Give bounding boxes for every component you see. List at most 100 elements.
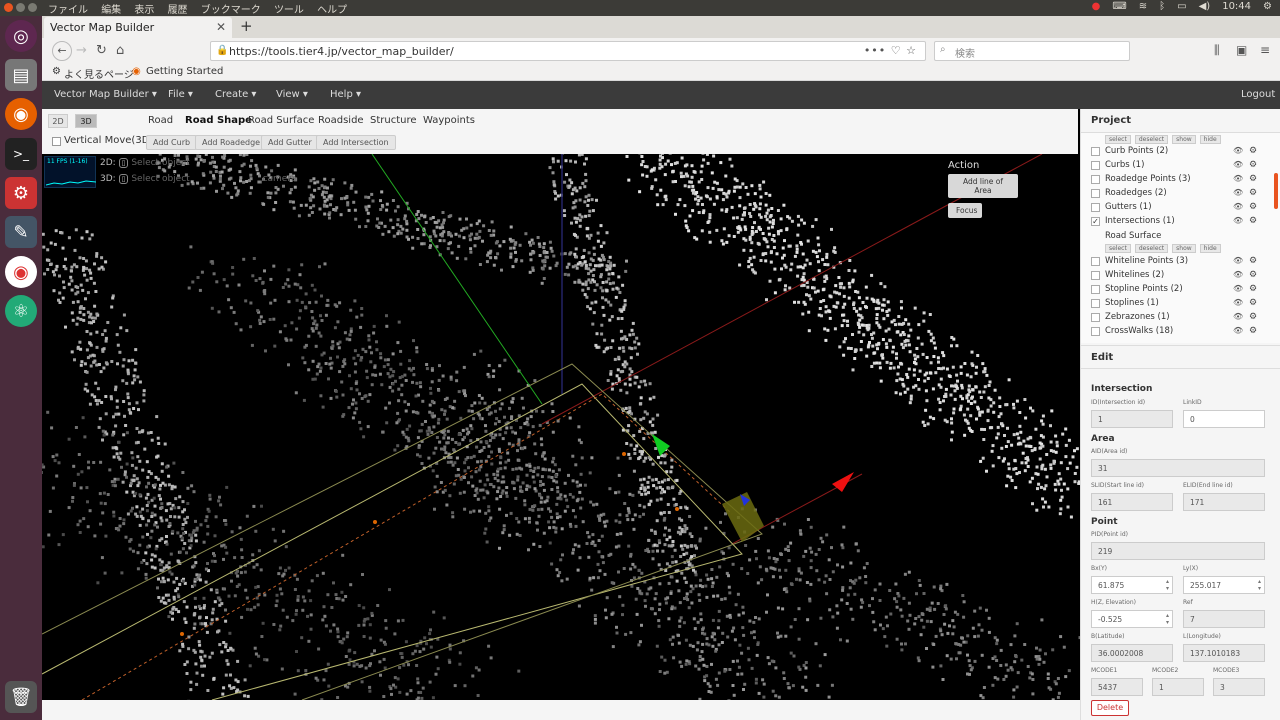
project-item[interactable]: Roadedges (2) 👁 ⚙ — [1091, 188, 1275, 202]
focus-button[interactable]: Focus — [948, 203, 982, 218]
spinner-icon[interactable]: ▴ ▾ — [1166, 578, 1169, 592]
nav-view[interactable]: View ▾ — [276, 89, 308, 100]
menu-view[interactable]: 表示 — [134, 5, 154, 16]
menu-help[interactable]: ヘルプ — [317, 5, 347, 16]
add-roadedge-button[interactable]: Add Roadedge — [195, 135, 268, 150]
latitude-field[interactable]: 36.0002008 — [1091, 644, 1173, 662]
green-handle[interactable] — [652, 434, 670, 456]
project-item[interactable]: Gutters (1) 👁 ⚙ — [1091, 202, 1275, 216]
item-settings-gear-icon[interactable]: ⚙ — [1249, 160, 1257, 170]
logout-link[interactable]: Logout — [1241, 89, 1275, 100]
pid-field[interactable]: 219 — [1091, 542, 1265, 560]
item-settings-gear-icon[interactable]: ⚙ — [1249, 284, 1257, 294]
project-item[interactable]: Roadedge Points (3) 👁 ⚙ — [1091, 174, 1275, 188]
url-bar[interactable]: 🔒 https://tools.tier4.jp/vector_map_buil… — [210, 41, 926, 61]
item-checkbox[interactable] — [1091, 313, 1100, 322]
point-cloud-canvas[interactable] — [42, 154, 1080, 700]
tab-road-shape[interactable]: Road Shape — [185, 115, 252, 126]
mcode2-field[interactable]: 1 — [1152, 678, 1204, 696]
delete-button[interactable]: Delete — [1091, 700, 1129, 716]
item-checkbox[interactable] — [1091, 271, 1100, 280]
item-checkbox[interactable] — [1091, 175, 1100, 184]
spinner-icon[interactable]: ▴ ▾ — [1166, 612, 1169, 626]
item-settings-gear-icon[interactable]: ⚙ — [1249, 216, 1257, 226]
item-checkbox[interactable] — [1091, 257, 1100, 266]
bookmark-most-visited[interactable]: よく見るページ — [64, 66, 134, 81]
volume-icon[interactable]: ◀) — [1199, 1, 1211, 12]
project-item[interactable]: Zebrazones (1) 👁 ⚙ — [1091, 312, 1275, 326]
deselect-all-button[interactable]: deselect — [1134, 135, 1169, 144]
longitude-field[interactable]: 137.1010183 — [1183, 644, 1265, 662]
project-item[interactable]: Whitelines (2) 👁 ⚙ — [1091, 270, 1275, 284]
reload-icon[interactable]: ↻ — [96, 43, 107, 58]
spinner-icon[interactable]: ▴ ▾ — [1258, 578, 1261, 592]
back-icon[interactable]: ← — [52, 41, 72, 61]
visibility-eye-icon[interactable]: 👁 — [1233, 284, 1243, 293]
bookmark-getting-started[interactable]: Getting Started — [146, 66, 223, 77]
record-icon[interactable]: ● — [1092, 1, 1101, 12]
maximize-window-button[interactable] — [28, 3, 37, 12]
elid-field[interactable]: 171 — [1183, 493, 1265, 511]
menu-history[interactable]: 履歴 — [168, 5, 188, 16]
library-icon[interactable]: ⫼ — [1214, 43, 1220, 58]
deselect-all-button[interactable]: deselect — [1134, 244, 1169, 253]
red-handle[interactable] — [832, 472, 854, 492]
add-line-of-area-button[interactable]: Add line of Area — [948, 174, 1018, 198]
menu-bookmarks[interactable]: ブックマーク — [201, 5, 261, 16]
tab-structure[interactable]: Structure — [370, 115, 417, 126]
project-item[interactable]: Stoplines (1) 👁 ⚙ — [1091, 298, 1275, 312]
clock[interactable]: 10:44 — [1222, 1, 1251, 12]
slid-field[interactable]: 161 — [1091, 493, 1173, 511]
tab-road[interactable]: Road — [148, 115, 173, 126]
list-scrollbar[interactable] — [1274, 173, 1278, 209]
keyboard-icon[interactable]: ⌨ — [1112, 1, 1126, 12]
new-tab-icon[interactable]: + — [240, 17, 253, 35]
visibility-eye-icon[interactable]: 👁 — [1233, 202, 1243, 211]
hide-all-button[interactable]: hide — [1199, 244, 1221, 253]
item-settings-gear-icon[interactable]: ⚙ — [1249, 270, 1257, 280]
home-icon[interactable]: ⌂ — [116, 43, 124, 58]
menu-tools[interactable]: ツール — [274, 5, 304, 16]
vertical-move-checkbox[interactable] — [52, 137, 61, 146]
item-settings-gear-icon[interactable]: ⚙ — [1249, 256, 1257, 266]
item-settings-gear-icon[interactable]: ⚙ — [1249, 312, 1257, 322]
item-checkbox[interactable] — [1091, 285, 1100, 294]
nav-create[interactable]: Create ▾ — [215, 89, 256, 100]
item-checkbox[interactable] — [1091, 299, 1100, 308]
visibility-eye-icon[interactable]: 👁 — [1233, 326, 1243, 335]
show-all-button[interactable]: show — [1172, 135, 1196, 144]
hamburger-menu-icon[interactable]: ≡ — [1260, 43, 1270, 57]
visibility-eye-icon[interactable]: 👁 — [1233, 160, 1243, 169]
nav-help[interactable]: Help ▾ — [330, 89, 361, 100]
point-marker[interactable] — [675, 507, 679, 511]
linkid-field[interactable]: 0 — [1183, 410, 1265, 428]
visibility-eye-icon[interactable]: 👁 — [1233, 298, 1243, 307]
project-list[interactable]: select deselect show hide Curb Points (2… — [1081, 133, 1280, 343]
wifi-icon[interactable]: ≋ — [1139, 1, 1147, 12]
aid-field[interactable]: 31 — [1091, 459, 1265, 477]
project-item[interactable]: CrossWalks (18) 👁 ⚙ — [1091, 326, 1275, 340]
project-item[interactable]: Stopline Points (2) 👁 ⚙ — [1091, 284, 1275, 298]
tab-roadside[interactable]: Roadside — [318, 115, 364, 126]
brand-dropdown[interactable]: Vector Map Builder ▾ — [54, 89, 157, 100]
visibility-eye-icon[interactable]: 👁 — [1233, 216, 1243, 225]
close-window-button[interactable] — [4, 3, 13, 12]
item-checkbox[interactable]: ✓ — [1091, 217, 1100, 226]
add-curb-button[interactable]: Add Curb — [146, 135, 198, 150]
view-2d-button[interactable]: 2D — [48, 114, 68, 128]
ly-stepper[interactable]: 255.017 ▴ ▾ — [1183, 576, 1265, 594]
tab-waypoints[interactable]: Waypoints — [423, 115, 475, 126]
sidebar-icon[interactable]: ▣ — [1236, 43, 1247, 57]
files-icon[interactable]: ▤ — [5, 59, 37, 91]
minimize-window-button[interactable] — [16, 3, 25, 12]
item-checkbox[interactable] — [1091, 189, 1100, 198]
power-gear-icon[interactable]: ⚙ — [1263, 1, 1272, 12]
battery-icon[interactable]: ▭ — [1177, 1, 1186, 12]
ref-field[interactable]: 7 — [1183, 610, 1265, 628]
ubuntu-dash-icon[interactable]: ◎ — [5, 20, 37, 52]
item-checkbox[interactable] — [1091, 203, 1100, 212]
mcode3-field[interactable]: 3 — [1213, 678, 1265, 696]
page-actions-icon[interactable]: ••• ♡ ☆ — [864, 44, 917, 57]
3d-viewport[interactable]: 11 FPS (1-16) 2D: ▯ Select object 3D: ▯ … — [42, 154, 1080, 700]
visibility-eye-icon[interactable]: 👁 — [1233, 256, 1243, 265]
